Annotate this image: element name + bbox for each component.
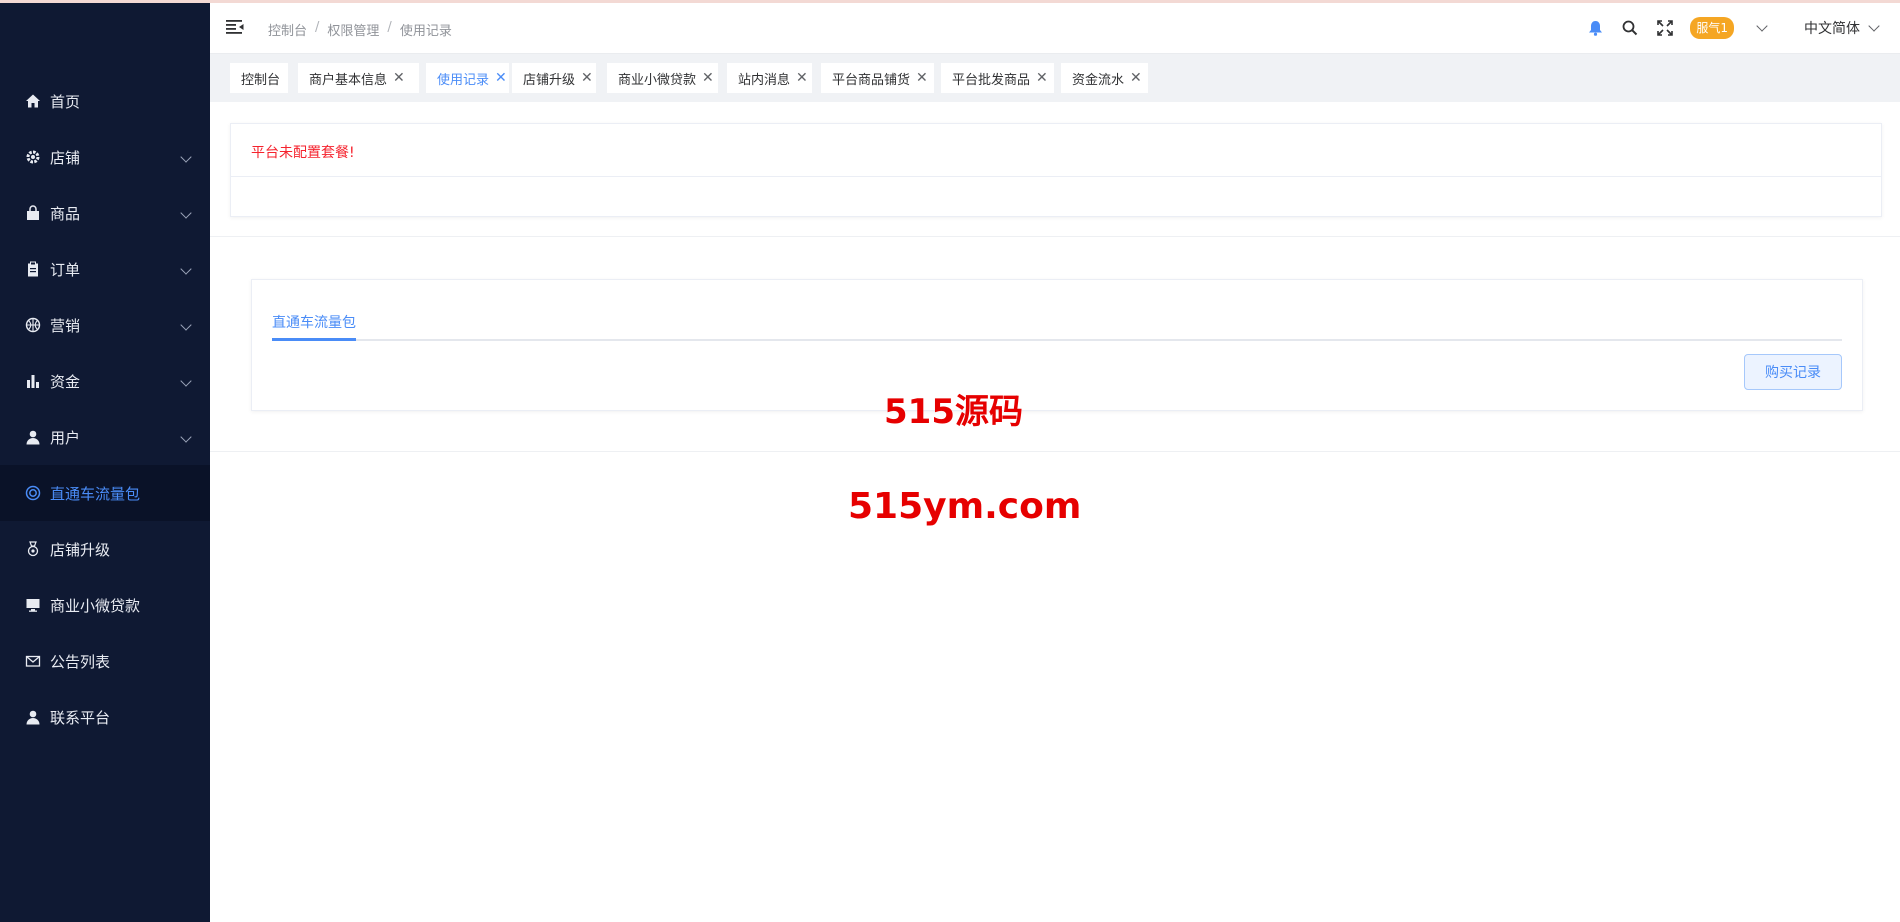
- breadcrumb-item-current: 使用记录: [399, 24, 452, 39]
- watermark-url: 515ym.com: [848, 486, 1082, 527]
- card-divider: [231, 176, 1881, 177]
- close-icon[interactable]: ✕: [393, 70, 405, 86]
- chevron-down-icon: [180, 375, 192, 387]
- close-icon[interactable]: ✕: [702, 70, 714, 86]
- sidebar-item-users[interactable]: 用户: [0, 409, 210, 465]
- basketball-icon: [24, 316, 42, 334]
- user-icon: [24, 428, 42, 446]
- mail-icon: [24, 652, 42, 670]
- notice-card: 平台未配置套餐!: [230, 123, 1882, 217]
- top-header: 控制台 / 权限管理 / 使用记录 服气1 中文简体: [210, 3, 1900, 54]
- sidebar-item-funds[interactable]: 资金: [0, 353, 210, 409]
- sidebar-item-label: 资金: [50, 372, 81, 391]
- lifebuoy-icon: [24, 484, 42, 502]
- home-icon: [24, 92, 42, 110]
- tag-console[interactable]: 控制台: [230, 63, 288, 93]
- bar-chart-icon: [24, 372, 42, 390]
- sidebar-item-store[interactable]: 店铺: [0, 129, 210, 185]
- close-icon[interactable]: ✕: [1130, 70, 1142, 86]
- gear-icon: [24, 148, 42, 166]
- sidebar-item-marketing[interactable]: 营销: [0, 297, 210, 353]
- sidebar-item-label: 直通车流量包: [50, 484, 141, 503]
- tag-label: 使用记录: [437, 72, 490, 88]
- tag-label: 控制台: [241, 72, 281, 88]
- sidebar-item-label: 商业小微贷款: [50, 596, 141, 615]
- monitor-icon: [24, 596, 42, 614]
- sidebar-item-label: 商品: [50, 204, 81, 223]
- tag-label: 商业小微贷款: [618, 72, 697, 88]
- chevron-down-icon[interactable]: [1756, 20, 1768, 32]
- sidebar-item-micro-loan[interactable]: 商业小微贷款: [0, 577, 210, 633]
- breadcrumb-item[interactable]: 控制台: [268, 20, 307, 39]
- sidebar-item-products[interactable]: 商品: [0, 185, 210, 241]
- breadcrumb-separator: /: [387, 20, 392, 35]
- chevron-down-icon: [180, 151, 192, 163]
- header-actions: 服气1 中文简体: [1585, 3, 1900, 53]
- sidebar-item-label: 首页: [50, 92, 81, 111]
- sidebar-item-label: 营销: [50, 316, 81, 335]
- sidebar-item-store-upgrade[interactable]: 店铺升级: [0, 521, 210, 577]
- breadcrumb-separator: /: [315, 20, 320, 35]
- sidebar-item-orders[interactable]: 订单: [0, 241, 210, 297]
- sidebar-item-label: 店铺: [50, 148, 81, 167]
- tag-micro-loan[interactable]: 商业小微贷款 ✕: [607, 63, 718, 93]
- chevron-down-icon: [180, 431, 192, 443]
- close-icon[interactable]: ✕: [581, 70, 593, 86]
- breadcrumb-item[interactable]: 权限管理: [327, 20, 379, 39]
- tag-label: 站内消息: [738, 72, 791, 88]
- close-icon[interactable]: ✕: [916, 70, 928, 86]
- search-icon[interactable]: [1620, 18, 1640, 38]
- tag-platform-goods-distribution[interactable]: 平台商品铺货 ✕: [821, 63, 934, 93]
- close-icon[interactable]: ✕: [796, 70, 808, 86]
- close-icon[interactable]: ✕: [495, 70, 507, 86]
- tag-platform-wholesale-goods[interactable]: 平台批发商品 ✕: [941, 63, 1054, 93]
- chevron-down-icon: [180, 263, 192, 275]
- medal-icon: [24, 540, 42, 558]
- tag-label: 商户基本信息: [309, 72, 388, 88]
- tabs-baseline: [272, 339, 1842, 341]
- tag-label: 平台商品铺货: [832, 72, 911, 88]
- tag-usage-records[interactable]: 使用记录 ✕: [426, 63, 509, 93]
- tag-label: 平台批发商品: [952, 72, 1031, 88]
- language-selector[interactable]: 中文简体: [1804, 18, 1880, 38]
- chevron-down-icon: [180, 207, 192, 219]
- sidebar-item-traffic-package[interactable]: 直通车流量包: [0, 465, 210, 521]
- tag-label: 资金流水: [1072, 72, 1125, 88]
- sidebar-item-label: 订单: [50, 260, 81, 279]
- sidebar-item-label: 店铺升级: [50, 540, 111, 559]
- sidebar-item-label: 联系平台: [50, 708, 111, 727]
- chevron-down-icon: [180, 319, 192, 331]
- sidebar-item-announcements[interactable]: 公告列表: [0, 633, 210, 689]
- language-label: 中文简体: [1804, 21, 1860, 37]
- fullscreen-icon[interactable]: [1655, 18, 1675, 38]
- tag-merchant-info[interactable]: 商户基本信息 ✕: [298, 63, 419, 93]
- breadcrumb: 控制台 / 权限管理 / 使用记录: [268, 20, 452, 39]
- clipboard-icon: [24, 260, 42, 278]
- chevron-down-icon: [1868, 20, 1880, 32]
- user-icon: [24, 708, 42, 726]
- sidebar-item-label: 公告列表: [50, 652, 111, 671]
- purchase-records-button[interactable]: 购买记录: [1744, 354, 1842, 390]
- tab-active-indicator: [272, 338, 356, 341]
- watermark-text: 515源码: [884, 392, 1023, 432]
- user-badge[interactable]: 服气1: [1690, 17, 1734, 39]
- tab-traffic-package[interactable]: 直通车流量包: [272, 312, 356, 332]
- tag-label: 店铺升级: [523, 72, 576, 88]
- package-warning-text: 平台未配置套餐!: [251, 145, 355, 161]
- bell-icon[interactable]: [1585, 18, 1605, 38]
- tag-store-upgrade[interactable]: 店铺升级 ✕: [512, 63, 596, 93]
- sidebar-item-contact-platform[interactable]: 联系平台: [0, 689, 210, 745]
- sidebar-item-home[interactable]: 首页: [0, 73, 210, 129]
- tag-fund-flow[interactable]: 资金流水 ✕: [1061, 63, 1148, 93]
- close-icon[interactable]: ✕: [1036, 70, 1048, 86]
- tag-site-messages[interactable]: 站内消息 ✕: [727, 63, 812, 93]
- menu-collapse-icon[interactable]: [226, 19, 244, 35]
- shopping-bag-icon: [24, 204, 42, 222]
- sidebar: 首页 店铺 商品 订单 营销 资金 用户 直通车流量包 店铺升级 商业小微贷款 …: [0, 3, 210, 922]
- tags-view-bar: 控制台 商户基本信息 ✕ 使用记录 ✕ 店铺升级 ✕ 商业小微贷款 ✕ 站内消息 ✕ 平台…: [210, 54, 1900, 102]
- traffic-package-card: 直通车流量包 购买记录: [251, 279, 1863, 411]
- sidebar-item-label: 用户: [50, 428, 81, 447]
